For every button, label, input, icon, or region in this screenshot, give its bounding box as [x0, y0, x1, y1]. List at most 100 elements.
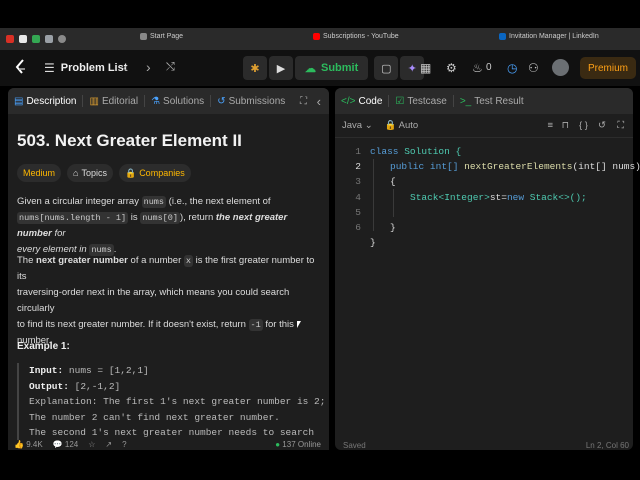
problem-tags: Medium ⌂ Topics 🔒 Companies: [17, 164, 191, 182]
tag-icon: ⌂: [73, 168, 79, 178]
fullscreen-icon[interactable]: ⛶: [617, 120, 624, 131]
description-panel-tabs: ▤ Description ▥ Editorial ⚗ Solutions ↺ …: [8, 88, 329, 114]
example-block: Input: nums = [1,2,1] Output: [2,-1,2] E…: [17, 363, 327, 448]
editor-toolbar: Java ⌄ 🔒 Auto ≡ ⊓ { } ↺ ⛶: [335, 114, 633, 138]
shuffle-icon[interactable]: ⤭: [166, 60, 175, 74]
reset-icon[interactable]: ↺: [598, 120, 606, 131]
flask-icon: ⚗: [151, 95, 161, 107]
premium-button[interactable]: Premium: [580, 57, 636, 79]
companies-button[interactable]: 🔒 Companies: [118, 164, 191, 182]
like-button[interactable]: 👍 9.4K: [14, 440, 43, 449]
extension-icon[interactable]: [32, 35, 40, 43]
online-dot-icon: ●: [275, 440, 281, 449]
online-count: ● 137 Online: [275, 440, 321, 449]
terminal-icon: >_: [459, 95, 472, 107]
submit-button[interactable]: ☁ Submit: [295, 56, 369, 80]
browser-tab-strip: Start Page Subscriptions - YouTube Invit…: [0, 28, 640, 50]
timer-icon[interactable]: ◷: [507, 61, 517, 75]
avatar[interactable]: [552, 59, 569, 76]
prev-problem-chevron-left-icon[interactable]: ‹: [123, 60, 128, 74]
browser-tab-youtube[interactable]: Subscriptions - YouTube: [313, 33, 399, 40]
line-number: 4: [355, 192, 361, 203]
indent-guide: [373, 159, 374, 231]
run-submit-group: ✱ ▶ ☁ Submit ▢ ✦: [243, 56, 425, 80]
linkedin-icon: [499, 33, 506, 40]
next-problem-chevron-right-icon[interactable]: ›: [146, 60, 151, 74]
gmail-icon[interactable]: [19, 35, 27, 43]
tab-description[interactable]: ▤ Description: [8, 96, 82, 107]
difficulty-badge: Medium: [17, 164, 62, 182]
language-select[interactable]: Java ⌄: [342, 120, 373, 131]
code-line-3: {: [390, 176, 396, 187]
line-number: 3: [355, 176, 361, 187]
code-line-4: Stack<Integer>st=new Stack<>();: [410, 192, 587, 203]
share-icon[interactable]: ↗: [105, 440, 112, 449]
mouse-cursor: [297, 321, 301, 328]
tab-solutions[interactable]: ⚗ Solutions: [145, 96, 210, 107]
layout-grid-icon[interactable]: ▦: [420, 61, 431, 75]
extension-icon[interactable]: [45, 35, 53, 43]
streak-count: 0: [486, 62, 492, 73]
maximize-icon[interactable]: ⛶: [300, 96, 307, 107]
code-panel-tabs: </> Code ☑ Testcase >_ Test Result: [335, 88, 633, 114]
problem-description-p1: Given a circular integer array nums (i.e…: [17, 196, 288, 256]
tab-testcase[interactable]: ☑ Testcase: [389, 96, 452, 107]
extension-icon[interactable]: [6, 35, 14, 43]
braces-icon[interactable]: { }: [579, 120, 588, 131]
code-line-5: }: [390, 222, 396, 233]
problem-description-p2: The next greater number of a number x is…: [17, 255, 315, 346]
tab-submissions[interactable]: ↺ Submissions: [211, 96, 291, 107]
thumbs-up-icon: 👍: [14, 440, 24, 449]
description-footer: 👍 9.4K 💬 124 ☆ ↗ ? ● 137 Online: [8, 440, 329, 450]
problem-list-button[interactable]: ☰ Problem List: [44, 61, 127, 75]
debug-bug-icon[interactable]: ✱: [243, 56, 267, 80]
browser-tab-linkedin[interactable]: Invitation Manager | LinkedIn: [499, 33, 599, 40]
help-icon[interactable]: ?: [122, 440, 126, 449]
indent-guide: [393, 189, 394, 217]
line-number: 5: [355, 207, 361, 218]
tab-editorial[interactable]: ▥ Editorial: [83, 96, 144, 107]
gear-icon[interactable]: ⚙: [446, 61, 457, 75]
line-number: 2: [355, 161, 361, 172]
browser-tab-start-page[interactable]: Start Page: [140, 33, 183, 40]
notes-icon[interactable]: ▢: [374, 56, 399, 80]
checkbox-icon: ☑: [395, 95, 405, 107]
code-line-1: class Solution {: [370, 146, 462, 157]
comment-icon: 💬: [52, 440, 63, 449]
line-number: 1: [355, 146, 361, 157]
topics-button[interactable]: ⌂ Topics: [67, 164, 113, 182]
line-number: 6: [355, 222, 361, 233]
chevron-down-icon: ⌄: [364, 120, 373, 131]
list-icon: ☰: [44, 61, 55, 75]
lock-icon: 🔒: [384, 120, 397, 131]
run-play-icon[interactable]: ▶: [269, 56, 293, 80]
code-brackets-icon: </>: [341, 95, 356, 107]
format-icon[interactable]: ≡: [547, 120, 553, 131]
code-line-2: public int[] nextGreaterElements(int[] n…: [390, 161, 640, 172]
bookmark-icon[interactable]: ⊓: [562, 120, 569, 131]
extension-icon[interactable]: [58, 35, 66, 43]
tab-test-result[interactable]: >_ Test Result: [454, 96, 530, 107]
problem-title: 503. Next Greater Element II: [17, 131, 242, 150]
book-icon: ▥: [89, 95, 99, 107]
description-icon: ▤: [14, 95, 24, 107]
tab-code[interactable]: </> Code: [335, 96, 388, 107]
page-icon: [140, 33, 147, 40]
leetcode-logo[interactable]: [14, 59, 28, 77]
youtube-icon: [313, 33, 320, 40]
streak-fire-icon[interactable]: ♨: [472, 61, 483, 75]
history-icon: ↺: [217, 95, 226, 107]
code-line-6: }: [370, 237, 376, 248]
comments-button[interactable]: 💬 124: [53, 440, 79, 449]
editor-status-bar: Saved Ln 2, Col 60: [335, 440, 635, 450]
star-icon[interactable]: ☆: [88, 440, 95, 449]
add-friend-icon[interactable]: ⚇: [528, 61, 539, 75]
code-panel: </> Code ☑ Testcase >_ Test Result Java …: [335, 88, 633, 450]
extension-bar: [0, 35, 90, 43]
cursor-position: Ln 2, Col 60: [585, 441, 629, 450]
app-top-bar: ☰ Problem List ‹ › ⤭ ✱ ▶ ☁ Submit ▢ ✦ ▦ …: [0, 50, 640, 86]
collapse-chevron-left-icon[interactable]: ‹: [317, 94, 321, 109]
mode-select[interactable]: 🔒 Auto: [385, 120, 419, 131]
lock-icon: 🔒: [124, 167, 137, 178]
save-status: Saved: [343, 441, 366, 450]
